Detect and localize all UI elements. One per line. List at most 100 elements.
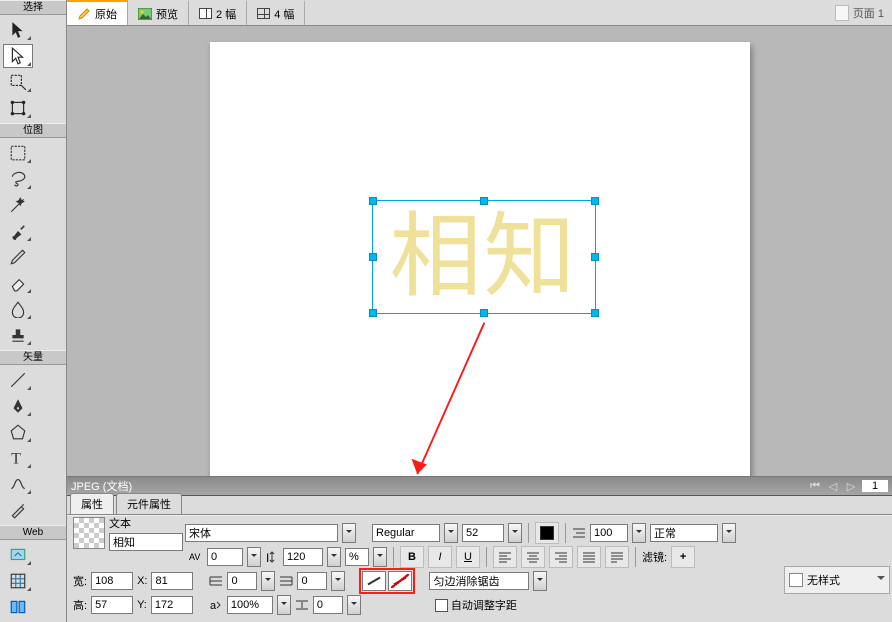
text-name-input[interactable]: 相知 bbox=[109, 533, 183, 551]
height-input[interactable]: 57 bbox=[91, 596, 133, 614]
document-bar: JPEG (文档) ⏮ ◁ ▷ 1 bbox=[67, 476, 892, 496]
leading-unit-dropdown[interactable] bbox=[373, 547, 387, 567]
align-justify-button[interactable] bbox=[577, 546, 601, 568]
tab-four-up-label: 4 幅 bbox=[274, 6, 294, 22]
leading-unit[interactable]: % bbox=[345, 548, 369, 566]
nav-prev-icon[interactable]: ◁ bbox=[826, 480, 840, 493]
paragraph-indent-input[interactable]: 100 bbox=[590, 524, 628, 542]
opacity-dropdown[interactable] bbox=[277, 595, 291, 615]
transform-tool[interactable] bbox=[3, 96, 33, 120]
line-tool[interactable] bbox=[3, 368, 33, 392]
leading-input[interactable]: 120 bbox=[283, 548, 323, 566]
opacity-input[interactable]: 100% bbox=[227, 596, 273, 614]
slice-tool[interactable] bbox=[3, 569, 33, 593]
auto-kern-checkbox[interactable]: 自动调整字距 bbox=[435, 597, 517, 613]
nav-next-icon[interactable]: ▷ bbox=[844, 480, 858, 493]
tab-preview[interactable]: 预览 bbox=[128, 0, 189, 25]
stamp-tool[interactable] bbox=[3, 323, 33, 347]
pointer-tool[interactable] bbox=[3, 18, 33, 42]
nav-page-number: 1 bbox=[862, 480, 888, 492]
crop-tool[interactable] bbox=[3, 70, 33, 94]
pencil-tool[interactable] bbox=[3, 245, 33, 269]
kerning-input[interactable]: 0 bbox=[207, 548, 243, 566]
resize-handle-sw[interactable] bbox=[369, 309, 377, 317]
italic-button[interactable]: I bbox=[428, 546, 452, 568]
tab-properties[interactable]: 属性 bbox=[70, 493, 114, 514]
svg-text:I: I bbox=[266, 551, 269, 564]
view-tabs: 原始 预览 2 幅 4 幅 页面 1 bbox=[67, 0, 892, 26]
resize-handle-e[interactable] bbox=[591, 253, 599, 261]
align-stretch-button[interactable] bbox=[605, 546, 629, 568]
hide-slices-btn[interactable] bbox=[3, 595, 33, 619]
style-panel[interactable]: 无样式 bbox=[784, 566, 890, 594]
tab-two-up-label: 2 幅 bbox=[216, 6, 236, 22]
freeform-tool[interactable] bbox=[3, 472, 33, 496]
knife-tool[interactable] bbox=[3, 498, 33, 522]
left-indent-input[interactable]: 0 bbox=[227, 572, 257, 590]
lasso-tool[interactable] bbox=[3, 167, 33, 191]
blur-tool[interactable] bbox=[3, 297, 33, 321]
object-type-label: 文本 bbox=[109, 515, 181, 531]
add-filter-button[interactable]: + bbox=[671, 546, 695, 568]
text-object-selection[interactable]: 相知 bbox=[372, 200, 596, 314]
font-size-dropdown[interactable] bbox=[508, 523, 522, 543]
y-input[interactable]: 172 bbox=[151, 596, 193, 614]
align-center-button[interactable] bbox=[521, 546, 545, 568]
resize-handle-ne[interactable] bbox=[591, 197, 599, 205]
underline-button[interactable]: U bbox=[456, 546, 480, 568]
left-indent-dropdown[interactable] bbox=[261, 571, 275, 591]
canvas-stage[interactable]: 相知 bbox=[67, 26, 892, 476]
hotspot-tool[interactable] bbox=[3, 543, 33, 567]
eraser-tool[interactable] bbox=[3, 271, 33, 295]
text-no-stroke-button[interactable] bbox=[388, 571, 412, 591]
properties-panel: 文本 相知 宋体 Regular 52 100 正常 bbox=[67, 515, 892, 622]
antialias-dropdown[interactable] bbox=[533, 571, 547, 591]
tab-four-up[interactable]: 4 幅 bbox=[247, 0, 305, 25]
document-canvas[interactable]: 相知 bbox=[210, 42, 750, 476]
space-before-dropdown[interactable] bbox=[347, 595, 361, 615]
resize-handle-w[interactable] bbox=[369, 253, 377, 261]
right-indent-input[interactable]: 0 bbox=[297, 572, 327, 590]
text-tool[interactable]: T bbox=[3, 446, 33, 470]
leading-dropdown[interactable] bbox=[327, 547, 341, 567]
font-style-dropdown[interactable] bbox=[444, 523, 458, 543]
right-indent-dropdown[interactable] bbox=[331, 571, 345, 591]
font-family-select[interactable]: 宋体 bbox=[185, 524, 338, 542]
bold-button[interactable]: B bbox=[400, 546, 424, 568]
x-label: X: bbox=[137, 575, 147, 587]
resize-handle-n[interactable] bbox=[480, 197, 488, 205]
align-left-button[interactable] bbox=[493, 546, 517, 568]
marquee-tool[interactable] bbox=[3, 141, 33, 165]
tab-two-up[interactable]: 2 幅 bbox=[189, 0, 247, 25]
x-input[interactable]: 81 bbox=[151, 572, 193, 590]
antialias-select[interactable]: 匀边消除锯齿 bbox=[429, 572, 529, 590]
paragraph-indent-dropdown[interactable] bbox=[632, 523, 646, 543]
font-size-input[interactable]: 52 bbox=[462, 524, 504, 542]
text-object[interactable]: 相知 bbox=[373, 201, 595, 313]
space-before-input[interactable]: 0 bbox=[313, 596, 343, 614]
nav-first-icon[interactable]: ⏮ bbox=[808, 480, 822, 493]
resize-handle-s[interactable] bbox=[480, 309, 488, 317]
font-style-select[interactable]: Regular bbox=[372, 524, 440, 542]
kerning-dropdown[interactable] bbox=[247, 547, 261, 567]
pen-tool[interactable] bbox=[3, 394, 33, 418]
text-stroke-button[interactable] bbox=[362, 571, 386, 591]
blend-mode-dropdown[interactable] bbox=[722, 523, 736, 543]
page-indicator[interactable]: 页面 1 bbox=[827, 0, 892, 25]
style-swatch-icon bbox=[789, 573, 803, 587]
resize-handle-se[interactable] bbox=[591, 309, 599, 317]
tab-component-properties[interactable]: 元件属性 bbox=[116, 493, 182, 514]
brush-tool[interactable] bbox=[3, 219, 33, 243]
fill-color-button[interactable] bbox=[535, 522, 559, 544]
resize-handle-nw[interactable] bbox=[369, 197, 377, 205]
tab-original[interactable]: 原始 bbox=[67, 0, 128, 25]
font-family-dropdown[interactable] bbox=[342, 523, 356, 543]
tab-preview-label: 预览 bbox=[156, 6, 178, 22]
width-input[interactable]: 108 bbox=[91, 572, 133, 590]
blend-mode-select[interactable]: 正常 bbox=[650, 524, 718, 542]
shape-tool[interactable] bbox=[3, 420, 33, 444]
magic-wand-tool[interactable] bbox=[3, 193, 33, 217]
svg-text:T: T bbox=[11, 451, 21, 467]
subselect-tool[interactable] bbox=[3, 44, 33, 68]
align-right-button[interactable] bbox=[549, 546, 573, 568]
